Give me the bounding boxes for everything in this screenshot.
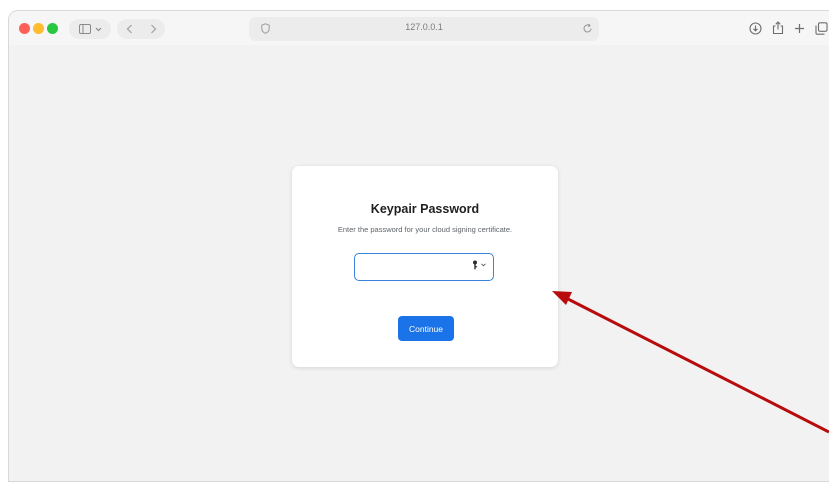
toolbar-actions <box>749 21 828 35</box>
dialog-title: Keypair Password <box>370 202 480 216</box>
close-window-button[interactable] <box>19 23 30 34</box>
sidebar-icon <box>78 24 91 34</box>
back-button[interactable] <box>126 24 133 34</box>
address-bar[interactable]: 127.0.0.1 <box>249 17 599 41</box>
chevron-left-icon <box>126 24 132 34</box>
browser-toolbar: 127.0.0.1 <box>9 11 829 45</box>
page-content: Keypair Password Enter the password for … <box>9 45 829 481</box>
navigation-buttons <box>117 19 165 39</box>
key-icon[interactable] <box>472 260 486 270</box>
tabs-icon[interactable] <box>815 21 828 35</box>
minimize-window-button[interactable] <box>33 23 44 34</box>
chevron-down-icon <box>481 263 486 267</box>
plus-icon[interactable] <box>794 23 805 34</box>
dialog-description: Enter the password for your cloud signin… <box>337 225 513 234</box>
url-text: 127.0.0.1 <box>405 22 443 32</box>
forward-button[interactable] <box>150 24 157 34</box>
chevron-right-icon <box>150 24 156 34</box>
reload-icon[interactable] <box>582 23 593 34</box>
chevron-down-icon <box>95 27 102 32</box>
keypair-password-dialog: Keypair Password Enter the password for … <box>292 166 558 367</box>
download-icon[interactable] <box>749 21 762 35</box>
sidebar-toggle-button[interactable] <box>69 19 111 39</box>
continue-button[interactable]: Continue <box>398 316 454 341</box>
browser-window: 127.0.0.1 Keypair Password Enter the pas… <box>8 10 829 482</box>
maximize-window-button[interactable] <box>47 23 58 34</box>
share-icon[interactable] <box>772 21 784 35</box>
